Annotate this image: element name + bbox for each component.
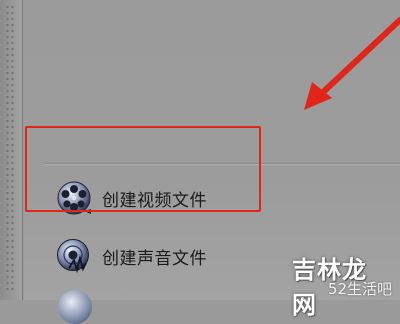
partial-menu-icon[interactable] — [58, 290, 92, 324]
watermark-subtitle: 52生活吧 — [327, 280, 392, 298]
create-video-file-item[interactable]: 创建视频文件 — [56, 178, 356, 218]
create-video-file-label: 创建视频文件 — [102, 190, 207, 211]
audio-disc-icon — [57, 239, 89, 274]
left-scroll-strip — [0, 0, 23, 300]
watermark: 吉林龙网 52生活吧 — [292, 248, 400, 319]
menu-divider — [44, 163, 400, 164]
grip-dots — [5, 4, 15, 290]
film-reel-icon — [57, 181, 91, 215]
create-audio-file-label: 创建声音文件 — [102, 248, 207, 269]
